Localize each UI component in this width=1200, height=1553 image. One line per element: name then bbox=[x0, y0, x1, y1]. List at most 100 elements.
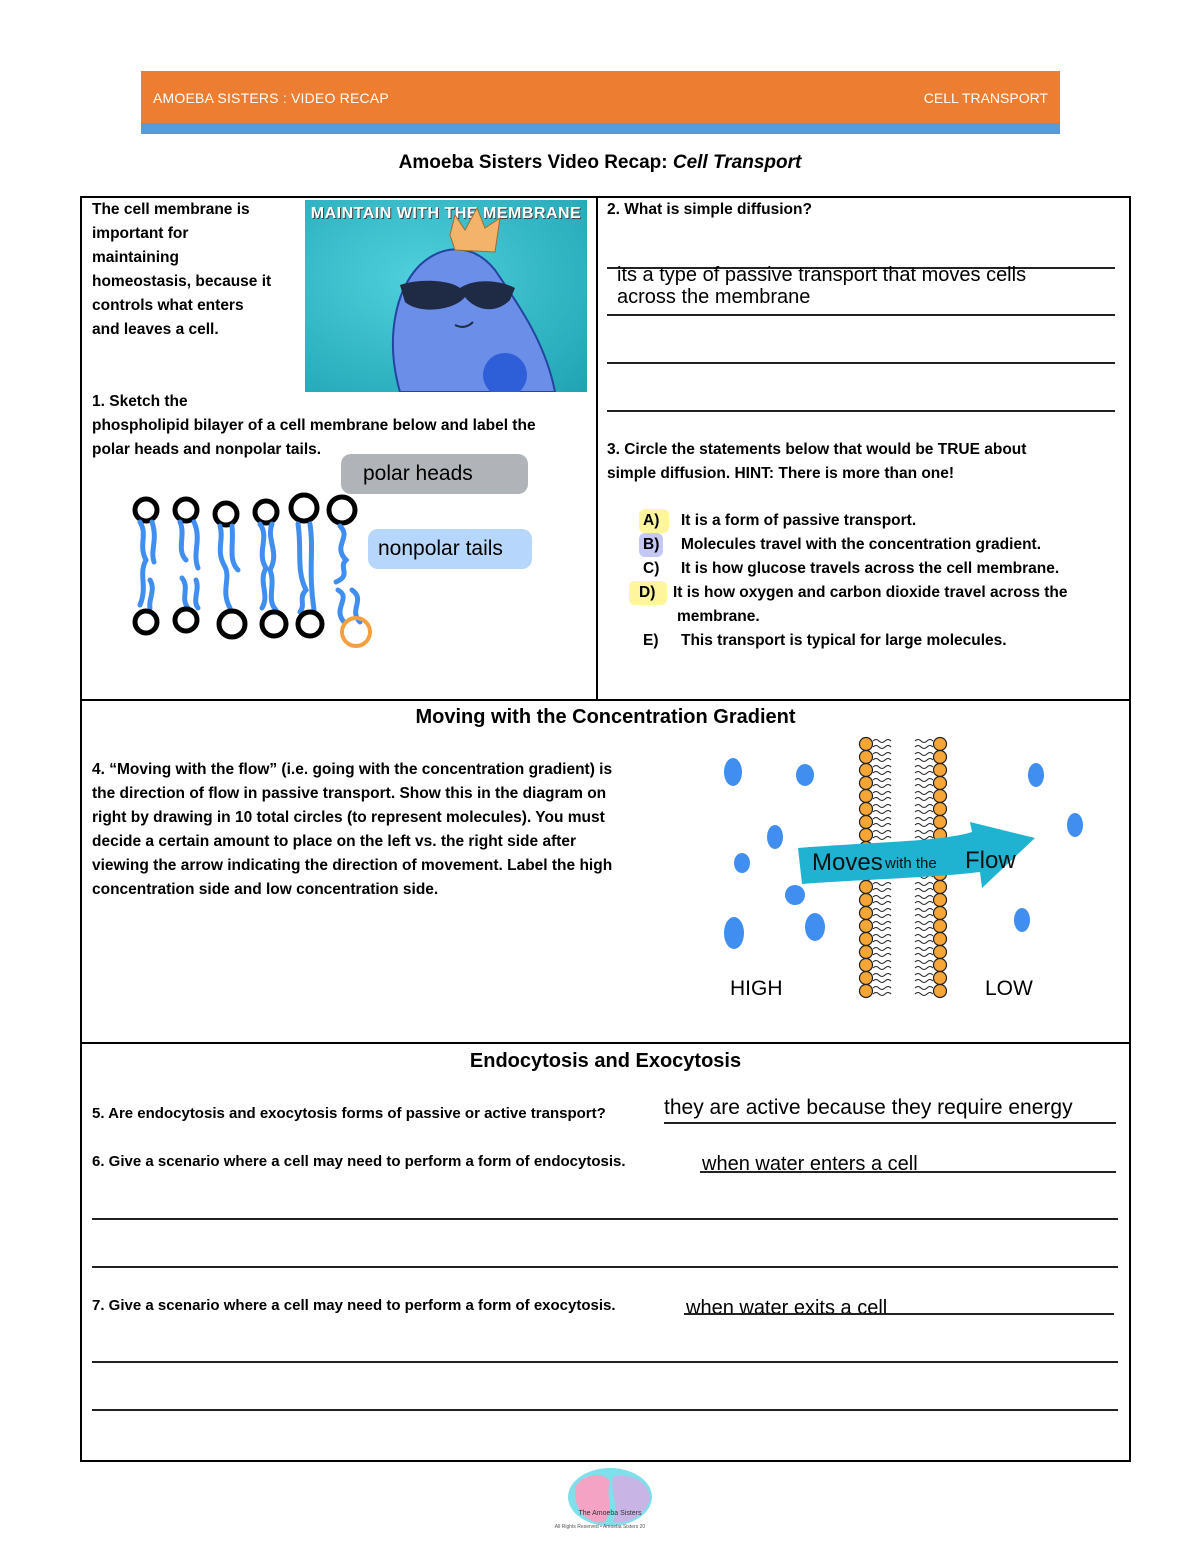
q1-prompt: 1. Sketch the phospholipid bilayer of a c… bbox=[92, 393, 536, 458]
header-accent-bar bbox=[141, 123, 1060, 134]
q7-line-3 bbox=[92, 1409, 1118, 1411]
bilayer-bottom-heads bbox=[132, 606, 325, 640]
lipid-tail bbox=[872, 888, 892, 892]
lipid-tail bbox=[914, 914, 934, 918]
q3-option-d[interactable]: D) It is how oxygen and carbon dioxide tr… bbox=[629, 581, 1068, 629]
lipid-tail bbox=[872, 791, 892, 795]
lipid-tail bbox=[914, 830, 934, 834]
lipid-head bbox=[932, 931, 948, 947]
lipid-tail bbox=[872, 966, 892, 970]
lipid-head bbox=[932, 801, 948, 817]
q6-line-3 bbox=[92, 1266, 1118, 1268]
lipid-tail bbox=[872, 771, 892, 775]
lipid-head bbox=[932, 775, 948, 791]
q2-line-3 bbox=[607, 362, 1115, 364]
lipid-tail bbox=[872, 817, 892, 821]
lipid-tail bbox=[872, 758, 892, 762]
q7-prompt: 7. Give a scenario where a cell may need… bbox=[92, 1297, 616, 1314]
lipid-head bbox=[932, 957, 948, 973]
page-title: Amoeba Sisters Video Recap: Cell Transpo… bbox=[398, 152, 802, 173]
lipid-tail bbox=[914, 888, 934, 892]
lipid-head bbox=[858, 775, 874, 791]
lipid-tail bbox=[872, 765, 892, 769]
lipid-head bbox=[858, 749, 874, 765]
label-low: LOW bbox=[985, 977, 1033, 1000]
lipid-head bbox=[858, 970, 874, 986]
concentration-diagram: Moves with the Flow HIGH LOW bbox=[724, 736, 1083, 1000]
lipid-tail bbox=[914, 940, 934, 944]
lipid-head bbox=[858, 944, 874, 960]
q3-option-e[interactable]: E) This transport is typical for large mo… bbox=[643, 629, 1007, 653]
lipid-tail bbox=[914, 797, 934, 801]
lipid-head bbox=[932, 905, 948, 921]
header-right: CELL TRANSPORT bbox=[923, 90, 1048, 106]
q5-line bbox=[664, 1122, 1116, 1124]
lipid-head bbox=[932, 892, 948, 908]
q7-line-1 bbox=[684, 1313, 1114, 1315]
lipid-head bbox=[858, 788, 874, 804]
lipid-tail bbox=[872, 882, 892, 886]
section2-heading: Moving with the Concentration Gradient bbox=[415, 706, 796, 728]
svg-text:The Amoeba Sisters: The Amoeba Sisters bbox=[578, 1510, 642, 1517]
lipid-head bbox=[858, 762, 874, 778]
q3-option-a[interactable]: A) It is a form of passive transport. bbox=[639, 509, 916, 533]
phospholipid-sketch bbox=[132, 492, 372, 648]
lipid-tail bbox=[914, 947, 934, 951]
lipid-tail bbox=[872, 927, 892, 931]
lipid-tail bbox=[872, 992, 892, 996]
lipid-head bbox=[858, 918, 874, 934]
membrane-video-image: MAINTAIN WITH THE MEMBRANE bbox=[305, 200, 587, 392]
amoeba-character-icon bbox=[391, 206, 557, 392]
q3-option-b[interactable]: B) Molecules travel with the concentratio… bbox=[639, 533, 1041, 557]
arrow-text-flow: Flow bbox=[965, 847, 1016, 874]
lipid-tail bbox=[872, 914, 892, 918]
lipid-tail bbox=[872, 836, 892, 840]
lipid-head bbox=[932, 788, 948, 804]
lipid-tail bbox=[914, 758, 934, 762]
lipid-tail bbox=[872, 784, 892, 788]
lipid-tail bbox=[914, 966, 934, 970]
q7-answer[interactable]: when water exits a cell bbox=[686, 1297, 887, 1319]
arrow-text-with-the: with the bbox=[884, 855, 937, 872]
lipid-tail bbox=[872, 934, 892, 938]
lipid-tail bbox=[872, 739, 892, 743]
lipid-head bbox=[932, 736, 948, 752]
lipid-tail bbox=[914, 934, 934, 938]
lipid-tail bbox=[914, 953, 934, 957]
column-divider bbox=[596, 196, 598, 701]
section3-heading: Endocytosis and Exocytosis bbox=[469, 1050, 742, 1072]
lipid-tail bbox=[914, 791, 934, 795]
lipid-tail bbox=[914, 973, 934, 977]
bilayer-tails bbox=[137, 519, 363, 625]
lipid-head bbox=[932, 983, 948, 999]
lipid-tail bbox=[914, 765, 934, 769]
lipid-tail bbox=[914, 960, 934, 964]
lipid-tail bbox=[872, 830, 892, 834]
q5-answer[interactable]: they are active because they require ene… bbox=[664, 1097, 1073, 1119]
lipid-tail bbox=[914, 804, 934, 808]
lipid-tail bbox=[914, 823, 934, 827]
lipid-tail bbox=[914, 810, 934, 814]
bilayer-highlight-head bbox=[340, 616, 372, 648]
label-nonpolar-tails: nonpolar tails bbox=[368, 529, 532, 569]
lipid-tail bbox=[872, 745, 892, 749]
lipid-head bbox=[932, 970, 948, 986]
q4-prompt: 4. “Moving with the flow” (i.e. going wi… bbox=[92, 761, 613, 898]
lipid-tail bbox=[872, 986, 892, 990]
lipid-tail bbox=[914, 752, 934, 756]
lipid-tail bbox=[914, 895, 934, 899]
lipid-tail bbox=[872, 895, 892, 899]
lipid-head bbox=[858, 879, 874, 895]
q3-option-c[interactable]: C) It is how glucose travels across the c… bbox=[643, 557, 1059, 581]
q5-prompt: 5. Are endocytosis and exocytosis forms … bbox=[92, 1105, 606, 1122]
arrow-text-moves: Moves bbox=[812, 849, 883, 876]
lipid-tail bbox=[914, 784, 934, 788]
lipid-tail bbox=[872, 979, 892, 983]
q2-answer[interactable]: its a type of passive transport that mov… bbox=[617, 264, 1117, 308]
q2-line-4 bbox=[607, 410, 1115, 412]
lipid-head bbox=[858, 736, 874, 752]
lipid-tail bbox=[872, 960, 892, 964]
lipid-tail bbox=[914, 836, 934, 840]
lipid-head bbox=[858, 983, 874, 999]
lipid-tail bbox=[872, 778, 892, 782]
